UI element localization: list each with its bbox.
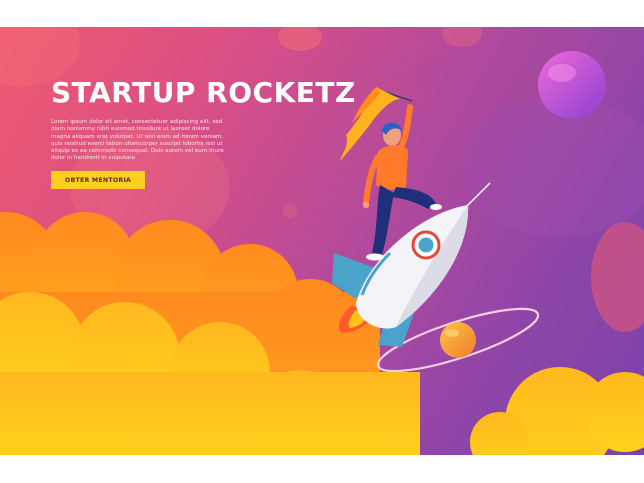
planet-shine [548,64,576,82]
get-mentoring-button[interactable]: OBTER MENTORIA [51,171,145,189]
background-blob [410,49,530,105]
planet-icon [538,51,606,119]
hero-banner: STARTUP ROCKETZ Lorem ipsum dolor sit am… [0,27,644,455]
rocket-icon [332,182,491,347]
background-blob [591,222,644,332]
background-blob [278,27,322,51]
background-blob [460,97,644,237]
hero-description: Lorem ipsum dolor sit amet, consectetuer… [51,119,224,162]
hero-title: STARTUP ROCKETZ [51,76,356,109]
small-bubble [283,204,297,218]
background-blob [442,27,482,47]
